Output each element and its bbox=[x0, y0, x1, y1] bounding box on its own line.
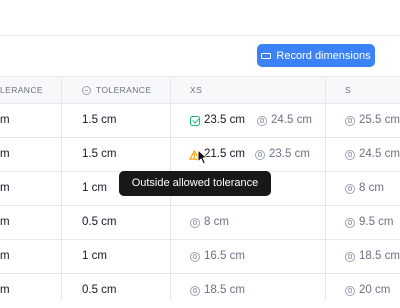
cell-s-target: 25.5 cm bbox=[345, 104, 400, 137]
cell-tolerance: 1.5 cm bbox=[82, 148, 117, 160]
table-row[interactable]: m 0.5 cm 8 cm 9.5 cm bbox=[0, 206, 400, 240]
cell-xs-target: 18.5 cm bbox=[190, 274, 245, 307]
ruler-icon bbox=[261, 52, 272, 59]
cell-tolerance-partial: m bbox=[0, 284, 10, 296]
minus-circle-icon bbox=[82, 86, 91, 95]
cell-tolerance-partial: m bbox=[0, 114, 10, 126]
xs-measured-value: 23.5 cm bbox=[204, 114, 245, 126]
cell-xs-target: 24.5 cm bbox=[257, 104, 312, 137]
mouse-cursor-icon bbox=[197, 149, 209, 165]
header-size-xs: XS bbox=[190, 85, 203, 95]
cell-xs-target: 16.5 cm bbox=[190, 240, 245, 273]
table-row[interactable]: m 1.5 cm 23.5 cm 24.5 cm 25.5 cm bbox=[0, 104, 400, 138]
table-header: LERANCE TOLERANCE XS S bbox=[0, 76, 400, 104]
cell-tolerance-partial: m bbox=[0, 182, 10, 194]
header-size-s: S bbox=[345, 85, 352, 95]
cell-tolerance: 1 cm bbox=[82, 182, 107, 194]
cell-s-target: 9.5 cm bbox=[345, 206, 394, 239]
cell-xs-target: 23.5 cm bbox=[255, 138, 310, 171]
check-icon bbox=[190, 115, 200, 126]
cell-tolerance-partial: m bbox=[0, 250, 10, 262]
xs-measured-value: 21.5 cm bbox=[204, 148, 245, 160]
s-target-value: 9.5 cm bbox=[359, 216, 394, 228]
xs-target-value: 8 cm bbox=[204, 216, 229, 228]
record-dimensions-label: Record dimensions bbox=[276, 49, 371, 62]
cell-tolerance-partial: m bbox=[0, 216, 10, 228]
target-icon bbox=[190, 217, 200, 228]
target-icon bbox=[345, 115, 355, 126]
target-icon bbox=[257, 115, 267, 126]
cell-xs-measured[interactable]: 23.5 cm bbox=[190, 104, 245, 137]
cell-tolerance: 0.5 cm bbox=[82, 284, 117, 296]
s-target-value: 18.5 cm bbox=[359, 250, 400, 262]
target-icon bbox=[190, 251, 200, 262]
top-bar bbox=[0, 0, 400, 36]
xs-target-value: 16.5 cm bbox=[204, 250, 245, 262]
s-target-value: 25.5 cm bbox=[359, 114, 400, 126]
s-target-value: 8 cm bbox=[359, 182, 384, 194]
xs-target-value: 23.5 cm bbox=[269, 148, 310, 160]
cell-tolerance: 1.5 cm bbox=[82, 114, 117, 126]
cell-s-target: 8 cm bbox=[345, 172, 384, 205]
target-icon bbox=[345, 217, 355, 228]
target-icon bbox=[345, 149, 355, 160]
cell-tolerance: 1 cm bbox=[82, 250, 107, 262]
header-tolerance: TOLERANCE bbox=[82, 77, 151, 104]
cell-xs-target: 8 cm bbox=[190, 206, 229, 239]
target-icon bbox=[345, 285, 355, 296]
cell-s-target: 18.5 cm bbox=[345, 240, 400, 273]
cell-tolerance: 0.5 cm bbox=[82, 216, 117, 228]
s-target-value: 20 cm bbox=[359, 284, 391, 296]
tolerance-tooltip: Outside allowed tolerance bbox=[119, 171, 271, 196]
cell-s-target: 20 cm bbox=[345, 274, 390, 307]
xs-target-value: 24.5 cm bbox=[271, 114, 312, 126]
target-icon bbox=[345, 251, 355, 262]
xs-target-value: 18.5 cm bbox=[204, 284, 245, 296]
table-row[interactable]: m 1 cm 16.5 cm 18.5 cm bbox=[0, 240, 400, 274]
header-tolerance-partial: LERANCE bbox=[0, 85, 43, 95]
table-row[interactable]: m 0.5 cm 18.5 cm 20 cm bbox=[0, 274, 400, 308]
target-icon bbox=[345, 183, 355, 194]
target-icon bbox=[255, 149, 265, 160]
cell-tolerance-partial: m bbox=[0, 148, 10, 160]
s-target-value: 24.5 cm bbox=[359, 148, 400, 160]
cell-s-target: 24.5 cm bbox=[345, 138, 400, 171]
header-tolerance-label: TOLERANCE bbox=[96, 85, 152, 95]
record-dimensions-button[interactable]: Record dimensions bbox=[257, 44, 375, 67]
target-icon bbox=[190, 285, 200, 296]
